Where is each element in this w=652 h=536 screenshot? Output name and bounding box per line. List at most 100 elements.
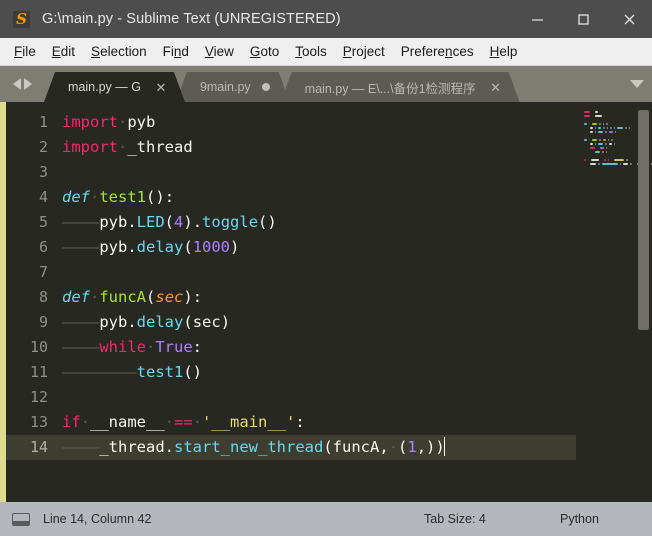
keyword: if	[62, 413, 81, 431]
close-button[interactable]	[606, 0, 652, 38]
code-line[interactable]: 6 ————pyb.delay(1000)	[6, 235, 576, 260]
sublime-text-logo-icon: S	[13, 10, 30, 28]
next-tab-arrow-icon[interactable]	[23, 78, 32, 90]
identifier: _thread	[127, 138, 193, 156]
punctuation: :	[192, 338, 203, 356]
code-line[interactable]: 1 import·pyb	[6, 110, 576, 135]
menu-item-find[interactable]: Find	[155, 41, 197, 62]
tab-0[interactable]: main.py — G ✕	[44, 72, 185, 102]
minimap-token	[614, 158, 624, 162]
code-line[interactable]: 13 if·__name__·==·'__main__':	[6, 410, 576, 435]
code-line[interactable]: 4 def·test1():	[6, 185, 576, 210]
menu-item-selection[interactable]: Selection	[83, 41, 155, 62]
tab-size-label[interactable]: Tab Size: 4	[424, 512, 486, 526]
tab-navigation-arrows[interactable]	[0, 66, 44, 102]
code-line[interactable]: 7	[6, 260, 576, 285]
menu-item-view[interactable]: View	[197, 41, 242, 62]
minimap-token	[604, 158, 606, 162]
menu-item-edit[interactable]: Edit	[44, 41, 83, 62]
vertical-scrollbar[interactable]	[638, 108, 649, 496]
scrollbar-thumb[interactable]	[638, 110, 649, 330]
text-cursor	[443, 437, 445, 456]
minimap-token	[598, 130, 604, 134]
tab-unsaved-dot-icon	[261, 83, 270, 91]
sublime-text-window: S G:\main.py - Sublime Text (UNREGISTERE…	[0, 0, 652, 536]
tab-close-icon[interactable]: ✕	[152, 78, 170, 96]
code-line[interactable]: 3	[6, 160, 576, 185]
minimap-token	[605, 130, 607, 134]
maximize-button[interactable]	[560, 0, 606, 38]
syntax-label[interactable]: Python	[560, 512, 599, 526]
menu-item-file[interactable]: File	[6, 41, 44, 62]
minimap-token	[584, 158, 586, 162]
line-number: 13	[29, 413, 48, 431]
line-number: 7	[38, 263, 48, 281]
punctuation: (	[183, 238, 193, 256]
line-content: if·__name__·==·'__main__':	[62, 410, 305, 435]
minimap-token	[584, 138, 587, 142]
minimap-token	[595, 110, 598, 114]
menu-item-preferences[interactable]: Preferences	[393, 41, 482, 62]
line-number: 12	[29, 388, 48, 406]
punctuation: )	[230, 238, 240, 256]
minimap-token	[589, 126, 593, 130]
menu-item-tools[interactable]: Tools	[287, 41, 335, 62]
indent-guide: ————	[62, 338, 100, 356]
code-line[interactable]: 8 def·funcA(sec):	[6, 285, 576, 310]
code-editor[interactable]: 1 import·pyb 2 import·_thread 3 4 def·test1():…	[6, 102, 576, 502]
constant: True	[155, 338, 193, 356]
minimap-token	[628, 126, 631, 130]
indent-guide: ————	[62, 238, 100, 256]
keyword: import	[62, 138, 118, 156]
punctuation: ,	[416, 438, 427, 456]
minimap-token	[617, 126, 624, 130]
minimap-token	[605, 146, 608, 150]
operator: =	[174, 413, 184, 431]
line-content: ————pyb.delay(1000)	[62, 235, 239, 260]
tab-label: main.py — G	[68, 80, 141, 94]
sidebar-toggle-icon[interactable]	[12, 512, 30, 526]
parameter-name: sec	[155, 288, 184, 306]
minimap-token	[608, 142, 612, 146]
menu-item-help[interactable]: Help	[482, 41, 526, 62]
code-line[interactable]: 14 ————_thread.start_new_thread(funcA,·(1…	[6, 435, 576, 460]
minimap-token	[607, 158, 609, 162]
identifier: toggle	[202, 213, 259, 231]
space-marker: ·	[80, 413, 91, 431]
code-line[interactable]: 9 ————pyb.delay(sec)	[6, 310, 576, 335]
menu-item-goto[interactable]: Goto	[242, 41, 287, 62]
tab-list-dropdown-button[interactable]	[622, 66, 652, 102]
minimap-token	[605, 142, 607, 146]
indent-guide: ————	[62, 438, 100, 456]
minimap-token	[614, 130, 617, 134]
minimap-token	[589, 146, 595, 150]
code-line[interactable]: 12	[6, 385, 576, 410]
tab-label: 9main.py	[199, 80, 251, 94]
punctuation: .	[127, 313, 137, 331]
code-line[interactable]: 5 ————pyb.LED(4).toggle()	[6, 210, 576, 235]
line-number: 8	[38, 288, 48, 306]
punctuation: )	[267, 213, 277, 231]
minimap-token	[626, 158, 628, 162]
tab-1[interactable]: 9main.py	[176, 72, 290, 102]
minimap-token	[606, 122, 608, 126]
code-line[interactable]: 10 ————while·True:	[6, 335, 576, 360]
code-line[interactable]: 2 import·_thread	[6, 135, 576, 160]
tab-2[interactable]: main.py — E\...\备份1检测程序 ✕	[281, 72, 520, 102]
cursor-position-label[interactable]: Line 14, Column 42	[43, 512, 151, 526]
space-marker: ·	[388, 438, 399, 456]
minimize-button[interactable]	[514, 0, 560, 38]
punctuation: (	[183, 363, 193, 381]
code-line[interactable]: 11 ————————test1()	[6, 360, 576, 385]
minimap-token	[602, 138, 606, 142]
line-content: ————pyb.delay(sec)	[62, 310, 230, 335]
space-marker: ·	[90, 188, 100, 206]
minimap-token	[594, 126, 597, 130]
prev-tab-arrow-icon[interactable]	[12, 78, 21, 90]
punctuation: :	[192, 288, 203, 306]
tab-close-icon[interactable]: ✕	[487, 78, 505, 96]
identifier: start_new_thread	[174, 438, 324, 456]
punctuation: (	[323, 438, 333, 456]
menu-item-project[interactable]: Project	[335, 41, 393, 62]
punctuation: (	[183, 313, 193, 331]
